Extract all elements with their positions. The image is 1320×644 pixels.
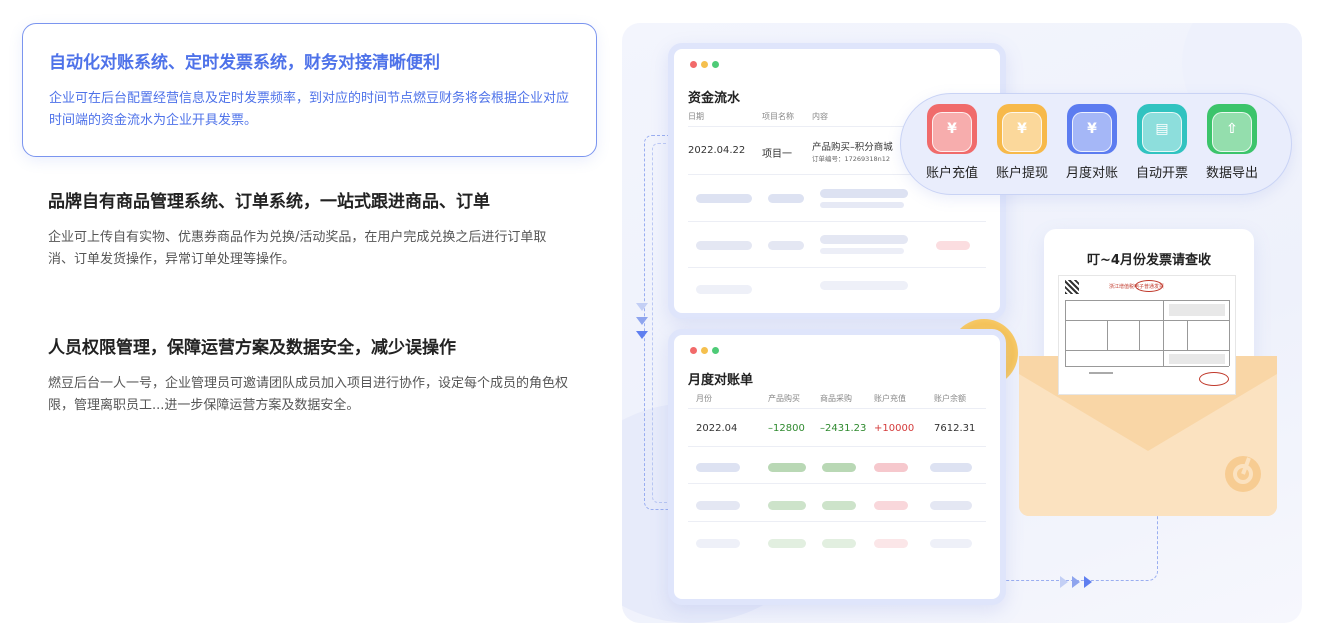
cell-date: 2022.04.22 xyxy=(688,145,746,156)
statement-yen-icon: ¥ xyxy=(1067,104,1117,154)
feature-item-finance[interactable]: 自动化对账系统、定时发票系统，财务对接清晰便利 企业可在后台配置经营信息及定时发… xyxy=(22,23,597,157)
monthly-header: 月份 产品购买 商品采购 账户充值 账户余额 xyxy=(688,393,986,409)
feature-title: 品牌自有商品管理系统、订单系统，一站式跟进商品、订单 xyxy=(48,192,490,212)
cell-content: 产品购买–积分商城 xyxy=(812,142,893,153)
upload-icon: ⇧ xyxy=(1207,104,1257,154)
cell-recharge: +10000 xyxy=(874,423,915,434)
cashflow-title: 资金流水 xyxy=(688,91,741,106)
window-dots xyxy=(690,61,719,68)
cell-order: 订单编号：17269318n12 xyxy=(812,155,890,163)
placeholder-bar xyxy=(930,539,972,548)
placeholder-bar xyxy=(696,501,740,510)
illustration-panel: 资金流水 日期 项目名称 内容 2022.04.22 项目一 产品购买–积分商城… xyxy=(622,23,1302,623)
feature-desc: 燃豆后台一人一号，企业管理员可邀请团队成员加入项目进行协作，设定每个成员的角色权… xyxy=(48,376,569,413)
action-label: 自动开票 xyxy=(1135,166,1188,181)
placeholder-bar xyxy=(930,463,972,472)
placeholder-bar xyxy=(822,501,856,510)
feature-item-goods[interactable]: 品牌自有商品管理系统、订单系统，一站式跟进商品、订单 企业可上传自有实物、优惠券… xyxy=(22,163,597,295)
action-label: 数据导出 xyxy=(1205,166,1258,181)
table-row: 2022.04 –12800 –2431.23 +10000 7612.31 xyxy=(688,411,986,447)
arrow-right-icon xyxy=(1072,576,1080,588)
placeholder-bar xyxy=(874,463,908,472)
placeholder-bar xyxy=(820,248,904,254)
placeholder-bar xyxy=(930,501,972,510)
placeholder-bar xyxy=(768,501,806,510)
placeholder-bar xyxy=(696,463,740,472)
action-recharge[interactable]: ¥ 账户充值 xyxy=(921,104,983,181)
cell-balance: 7612.31 xyxy=(934,423,976,434)
placeholder-bar xyxy=(820,235,908,244)
monthly-card: 月度对账单 月份 产品购买 商品采购 账户充值 账户余额 2022.04 –12… xyxy=(668,329,1006,605)
monthly-title: 月度对账单 xyxy=(688,373,754,388)
action-label: 月度对账 xyxy=(1065,166,1118,181)
action-label: 账户充值 xyxy=(925,166,978,181)
stamp-icon xyxy=(1135,280,1163,292)
cell-procure: –2431.23 xyxy=(820,423,867,434)
envelope-front xyxy=(1019,395,1277,516)
piggy-bank-withdraw-icon: ¥ xyxy=(997,104,1047,154)
placeholder-bar xyxy=(820,281,908,290)
feature-list: 自动化对账系统、定时发票系统，财务对接清晰便利 企业可在后台配置经营信息及定时发… xyxy=(22,23,597,441)
placeholder-bar xyxy=(874,501,908,510)
feature-item-permission[interactable]: 人员权限管理，保障运营方案及数据安全，减少误操作 燃豆后台一人一号，企业管理员可… xyxy=(22,309,597,441)
col-content: 内容 xyxy=(812,112,828,121)
action-label: 账户提现 xyxy=(995,166,1048,181)
feature-desc: 企业可上传自有实物、优惠券商品作为兑换/活动奖品，在用户完成兑换之后进行订单取消… xyxy=(48,230,547,267)
piggy-bank-yen-icon: ¥ xyxy=(927,104,977,154)
printer-icon: ▤ xyxy=(1137,104,1187,154)
stamp-icon xyxy=(1199,372,1229,386)
feature-title: 人员权限管理，保障运营方案及数据安全，减少误操作 xyxy=(48,338,456,358)
col-month: 月份 xyxy=(696,394,712,403)
action-invoice[interactable]: ▤ 自动开票 xyxy=(1131,104,1193,181)
col-item: 项目名称 xyxy=(762,112,794,121)
invoice-paper: 浙江增值税电子普通发票 xyxy=(1058,275,1236,395)
cell-month: 2022.04 xyxy=(696,423,738,434)
placeholder-bar xyxy=(696,194,752,203)
placeholder-bar xyxy=(820,189,908,198)
arrow-down-icon xyxy=(636,317,648,325)
col-procure: 商品采购 xyxy=(820,394,852,403)
window-dots xyxy=(690,347,719,354)
placeholder-bar xyxy=(768,539,806,548)
placeholder-bar xyxy=(820,202,904,208)
action-statement[interactable]: ¥ 月度对账 xyxy=(1061,104,1123,181)
col-purchase: 产品购买 xyxy=(768,394,800,403)
feature-desc: 企业可在后台配置经营信息及定时发票频率，到对应的时间节点燃豆财务将会根据企业对应… xyxy=(49,91,570,128)
feature-title: 自动化对账系统、定时发票系统，财务对接清晰便利 xyxy=(49,53,440,73)
placeholder-bar xyxy=(936,241,970,250)
action-withdraw[interactable]: ¥ 账户提现 xyxy=(991,104,1053,181)
placeholder-bar xyxy=(696,539,740,548)
col-date: 日期 xyxy=(688,112,704,121)
cell-item: 项目一 xyxy=(762,149,792,160)
col-balance: 账户余额 xyxy=(934,394,966,403)
placeholder-bar xyxy=(874,539,908,548)
cell-purchase: –12800 xyxy=(768,423,805,434)
placeholder-bar xyxy=(768,463,806,472)
placeholder-bar xyxy=(768,241,804,250)
qrcode-icon xyxy=(1065,280,1079,294)
placeholder-bar xyxy=(768,194,804,203)
arrow-down-icon xyxy=(636,331,648,339)
arrow-right-icon xyxy=(1060,576,1068,588)
placeholder-bar xyxy=(822,539,856,548)
placeholder-bar xyxy=(822,463,856,472)
action-bar: ¥ 账户充值 ¥ 账户提现 ¥ 月度对账 ▤ 自动开票 ⇧ 数据导出 xyxy=(900,93,1292,195)
placeholder-bar xyxy=(696,241,752,250)
arrow-right-icon xyxy=(1084,576,1092,588)
action-export[interactable]: ⇧ 数据导出 xyxy=(1201,104,1263,181)
placeholder-bar xyxy=(696,285,752,294)
col-recharge: 账户充值 xyxy=(874,394,906,403)
invoice-title: 叮~4月份发票请查收 xyxy=(1087,253,1211,268)
arrow-down-icon xyxy=(636,303,648,311)
